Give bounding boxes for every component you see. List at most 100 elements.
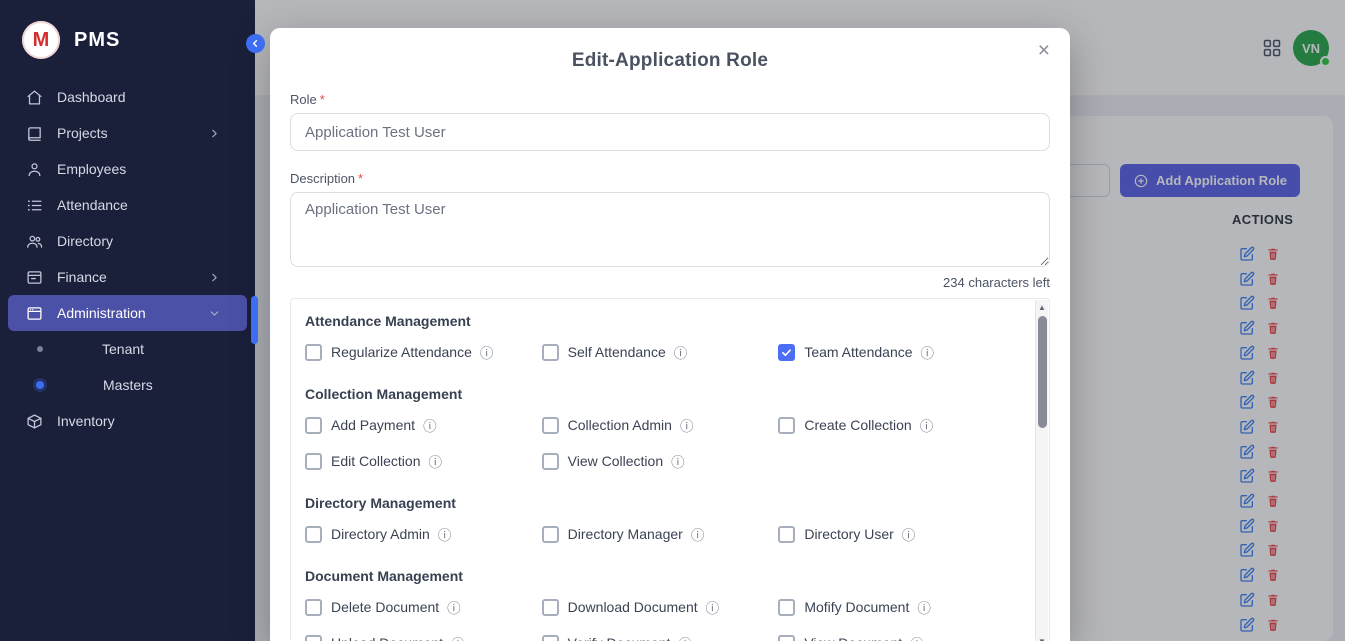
sidebar-item-directory[interactable]: Directory: [8, 223, 247, 259]
scroll-up-arrow-icon[interactable]: ▲: [1036, 300, 1048, 314]
info-icon[interactable]: ⓘ: [429, 451, 443, 471]
permission-group-collection-management: Collection ManagementAdd PaymentⓘCollect…: [305, 386, 1015, 471]
description-label: Description*: [290, 171, 1050, 186]
permission-label: View Document: [804, 635, 902, 641]
permission-group-document-management: Document ManagementDelete DocumentⓘDownl…: [305, 568, 1015, 641]
sidebar-collapse-button[interactable]: [246, 34, 265, 53]
info-icon[interactable]: ⓘ: [423, 415, 437, 435]
info-icon[interactable]: ⓘ: [706, 597, 720, 617]
info-icon[interactable]: ⓘ: [438, 524, 452, 544]
unchecked-checkbox[interactable]: [305, 599, 322, 616]
info-icon[interactable]: ⓘ: [674, 342, 688, 362]
permission-directory-admin[interactable]: Directory Admin ⓘ: [305, 524, 542, 544]
sidebar-item-inventory[interactable]: Inventory: [8, 403, 247, 439]
sidebar-item-label: Attendance: [57, 197, 128, 213]
close-icon[interactable]: ×: [1038, 40, 1050, 61]
sidebar-item-label: Dashboard: [57, 89, 126, 105]
permission-team-attendance[interactable]: Team Attendance ⓘ: [778, 342, 1015, 362]
permission-group-title: Directory Management: [305, 495, 1015, 511]
sidebar-item-tenant[interactable]: Tenant: [8, 331, 247, 367]
unchecked-checkbox[interactable]: [305, 453, 322, 470]
sidebar-item-projects[interactable]: Projects: [8, 115, 247, 151]
info-icon[interactable]: ⓘ: [680, 415, 694, 435]
sidebar-item-attendance[interactable]: Attendance: [8, 187, 247, 223]
blue-bullet-icon: [36, 381, 44, 389]
permission-view-document[interactable]: View Document ⓘ: [778, 633, 1015, 641]
sidebar-item-label: Directory: [57, 233, 113, 249]
pms-logo-icon: M: [22, 21, 60, 59]
description-textarea[interactable]: Application Test User: [290, 192, 1050, 267]
scrollbar-thumb[interactable]: [1038, 316, 1047, 428]
permission-view-collection[interactable]: View Collectionⓘ: [542, 451, 779, 471]
permissions-panel: Attendance ManagementRegularize Attendan…: [290, 298, 1050, 641]
info-icon[interactable]: ⓘ: [678, 633, 692, 641]
role-input[interactable]: [290, 113, 1050, 151]
info-icon[interactable]: ⓘ: [917, 597, 931, 617]
permission-add-payment[interactable]: Add Paymentⓘ: [305, 415, 542, 435]
permission-collection-admin[interactable]: Collection Admin ⓘ: [542, 415, 779, 435]
logo-row: M PMS: [0, 0, 255, 64]
unchecked-checkbox[interactable]: [778, 526, 795, 543]
unchecked-checkbox[interactable]: [542, 635, 559, 641]
modal-title: Edit-Application Role: [290, 28, 1050, 72]
unchecked-checkbox[interactable]: [542, 599, 559, 616]
sidebar-item-administration[interactable]: Administration: [8, 295, 247, 331]
info-icon[interactable]: ⓘ: [447, 597, 461, 617]
info-icon[interactable]: ⓘ: [921, 342, 935, 362]
sidebar-item-employees[interactable]: Employees: [8, 151, 247, 187]
list-icon: [26, 196, 44, 214]
chevron-down-icon: [208, 307, 221, 320]
sidebar-item-dashboard[interactable]: Dashboard: [8, 79, 247, 115]
permission-label: Collection Admin: [568, 417, 672, 433]
info-icon[interactable]: ⓘ: [902, 524, 916, 544]
info-icon[interactable]: ⓘ: [480, 342, 494, 362]
info-icon[interactable]: ⓘ: [910, 633, 924, 641]
app-title: PMS: [74, 29, 120, 52]
sidebar-nav: Dashboard Projects Employees Attendance Dire…: [0, 79, 255, 439]
unchecked-checkbox[interactable]: [542, 344, 559, 361]
permission-upload-document[interactable]: Upload Documentⓘ: [305, 633, 542, 641]
permission-delete-document[interactable]: Delete Document ⓘ: [305, 597, 542, 617]
unchecked-checkbox[interactable]: [542, 417, 559, 434]
sidebar-item-label: Inventory: [57, 413, 115, 429]
permission-label: Download Document: [568, 599, 698, 615]
unchecked-checkbox[interactable]: [778, 599, 795, 616]
unchecked-checkbox[interactable]: [305, 417, 322, 434]
sidebar: M PMS Dashboard Projects Employees Attendan…: [0, 0, 255, 641]
permission-label: Directory Manager: [568, 526, 683, 542]
sidebar-item-label: Employees: [57, 161, 126, 177]
sidebar-item-finance[interactable]: Finance: [8, 259, 247, 295]
permission-download-document[interactable]: Download Document ⓘ: [542, 597, 779, 617]
checked-checkbox[interactable]: [778, 344, 795, 361]
permission-directory-user[interactable]: Directory User ⓘ: [778, 524, 1015, 544]
scroll-down-arrow-icon[interactable]: ▼: [1036, 634, 1048, 641]
unchecked-checkbox[interactable]: [305, 526, 322, 543]
unchecked-checkbox[interactable]: [305, 344, 322, 361]
permission-label: Directory User: [804, 526, 893, 542]
sidebar-item-masters[interactable]: Masters: [8, 367, 247, 403]
unchecked-checkbox[interactable]: [305, 635, 322, 641]
info-icon[interactable]: ⓘ: [691, 524, 705, 544]
finance-icon: [26, 268, 44, 286]
permission-self-attendance[interactable]: Self Attendanceⓘ: [542, 342, 779, 362]
info-icon[interactable]: ⓘ: [671, 451, 685, 471]
scrollbar[interactable]: ▲ ▼: [1035, 300, 1048, 641]
permission-verify-document[interactable]: Verify Documentⓘ: [542, 633, 779, 641]
unchecked-checkbox[interactable]: [542, 453, 559, 470]
permission-directory-manager[interactable]: Directory Manager ⓘ: [542, 524, 779, 544]
permission-create-collection[interactable]: Create Collectionⓘ: [778, 415, 1015, 435]
active-item-indicator: [251, 296, 258, 344]
sidebar-item-label: Finance: [57, 269, 107, 285]
permission-mofify-document[interactable]: Mofify Documentⓘ: [778, 597, 1015, 617]
permission-regularize-attendance[interactable]: Regularize Attendanceⓘ: [305, 342, 542, 362]
permission-edit-collection[interactable]: Edit Collectionⓘ: [305, 451, 542, 471]
info-icon[interactable]: ⓘ: [920, 415, 934, 435]
permission-label: Directory Admin: [331, 526, 430, 542]
permission-label: Team Attendance: [804, 344, 912, 360]
gray-bullet-icon: [37, 346, 43, 352]
unchecked-checkbox[interactable]: [778, 417, 795, 434]
permission-label: Delete Document: [331, 599, 439, 615]
info-icon[interactable]: ⓘ: [451, 633, 465, 641]
unchecked-checkbox[interactable]: [778, 635, 795, 641]
unchecked-checkbox[interactable]: [542, 526, 559, 543]
